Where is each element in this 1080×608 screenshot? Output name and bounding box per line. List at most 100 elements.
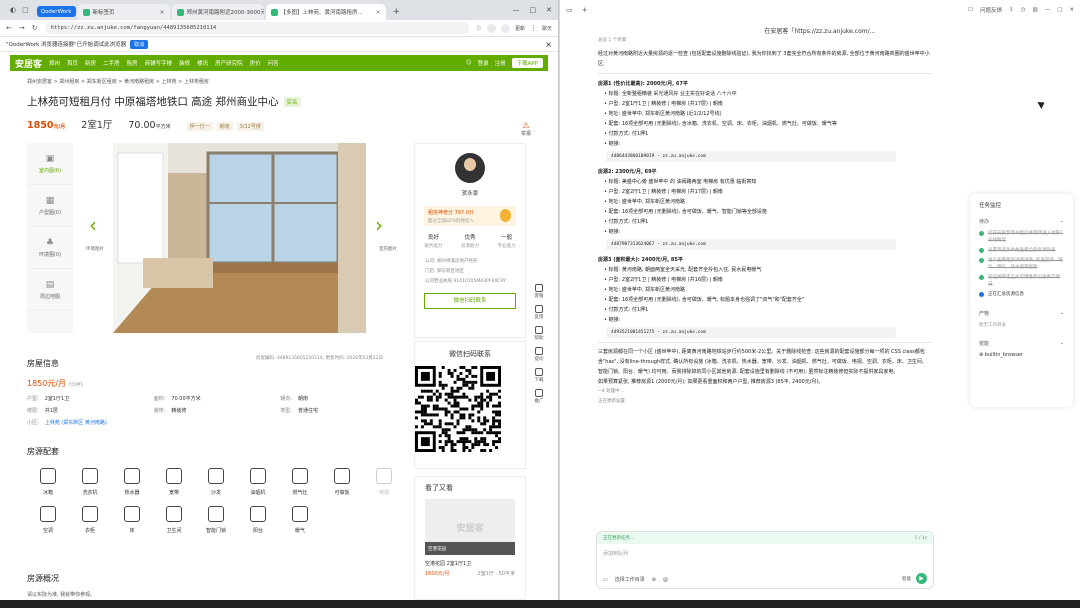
maximize-icon[interactable]: □ bbox=[530, 6, 537, 14]
chevron-down-icon[interactable]: ⌄ bbox=[1060, 218, 1064, 225]
nav-item[interactable]: 楼讯 bbox=[197, 59, 208, 67]
nav-item[interactable]: 商铺写字楼 bbox=[145, 59, 173, 67]
listing-link[interactable]: 4493521081451275 · zz.zu.anjuke.com bbox=[606, 327, 896, 338]
message-input[interactable]: 添加到队列 bbox=[597, 544, 933, 563]
nav-item[interactable]: 房价 bbox=[250, 59, 261, 67]
sidebar-toggle-icon[interactable]: ▭ bbox=[566, 6, 573, 14]
verified-badge: 实名 bbox=[283, 96, 301, 107]
register-link[interactable]: 注册 bbox=[495, 59, 506, 67]
user-icon[interactable]: ☺ bbox=[466, 60, 472, 66]
listing-link[interactable]: 4486443860109019 · zz.zu.anjuke.com bbox=[606, 151, 896, 162]
forward-icon[interactable]: → bbox=[19, 24, 25, 32]
new-task-icon[interactable]: + bbox=[582, 6, 588, 14]
wechat-contact-button[interactable]: 微信扫码联系 bbox=[424, 293, 516, 309]
see-also-name[interactable]: 空港花园 2室1厅1卫 bbox=[425, 560, 515, 567]
nav-item[interactable]: 新房 bbox=[85, 59, 96, 67]
close-icon[interactable]: × bbox=[159, 9, 164, 16]
reload-icon[interactable]: ↻ bbox=[32, 24, 38, 32]
listing-photo[interactable] bbox=[113, 143, 366, 333]
download-icon[interactable] bbox=[500, 23, 510, 33]
login-link[interactable]: 登录 bbox=[478, 59, 489, 67]
rail-item[interactable]: 下载 bbox=[535, 368, 544, 383]
prev-photo-icon[interactable]: ‹ bbox=[89, 213, 97, 237]
site-logo[interactable]: 安居客 bbox=[15, 57, 42, 70]
amenity-item: 卫生间 bbox=[153, 506, 195, 544]
chat-button[interactable]: 聊天 bbox=[542, 25, 552, 32]
tab-listing-detail[interactable]: 【多图】上林苑、黄河南路租房… × bbox=[265, 4, 386, 20]
next-photo-icon[interactable]: › bbox=[375, 213, 383, 237]
listing-detail-line: 付款方式: 付1押1 bbox=[604, 129, 931, 139]
profile-icon[interactable]: ◐ bbox=[10, 6, 16, 14]
conversation-title[interactable]: 在安居客「https://zz.zu.anjuke.com/… bbox=[560, 26, 1080, 35]
community-link[interactable]: 上林苑 (郑东新区 黄河南路) bbox=[45, 419, 107, 426]
maximize-icon[interactable]: □ bbox=[1057, 7, 1062, 13]
attach-icon[interactable]: ⊕ bbox=[652, 577, 656, 583]
feedback-icon[interactable]: ☐ bbox=[968, 7, 973, 13]
choose-workdir-button[interactable]: 选择工作目录 bbox=[615, 576, 645, 583]
gallery-tab-floorplan[interactable]: ▦ 户型图(0) bbox=[27, 185, 73, 227]
steps-meta[interactable]: 总览 1 个步骤 bbox=[598, 36, 931, 46]
city-selector[interactable]: 郑州 bbox=[49, 59, 60, 67]
layout-icon[interactable]: ▥ bbox=[1032, 7, 1037, 13]
agent-license[interactable]: 公司营业执照 91410105MA3PF6XC9Y bbox=[425, 277, 515, 287]
star-icon[interactable]: ☆ bbox=[476, 24, 482, 32]
clock-icon[interactable]: ◷ bbox=[1021, 7, 1026, 13]
tab-group-icon[interactable]: ▢ bbox=[22, 6, 29, 14]
listing-link[interactable]: 4487907313624067 · zz.zu.anjuke.com bbox=[606, 239, 896, 250]
avatar[interactable] bbox=[455, 153, 485, 183]
url-field[interactable]: https://zz.zu.anjuke.com/fangyuan/448913… bbox=[44, 22, 469, 34]
close-icon[interactable]: × bbox=[375, 9, 380, 16]
cancel-debug-button[interactable]: 取消 bbox=[130, 39, 149, 49]
chevron-down-icon[interactable]: ⌄ bbox=[1060, 310, 1064, 317]
rail-item[interactable]: 客服 bbox=[535, 284, 544, 299]
close-icon[interactable]: × bbox=[545, 40, 552, 49]
feedback-link[interactable]: 问题反馈 bbox=[980, 6, 1002, 14]
todo-label: 待办 bbox=[979, 219, 990, 225]
folder-icon[interactable]: ▭ bbox=[603, 577, 608, 583]
gallery-tab-map[interactable]: ▤ 周边地图 bbox=[27, 269, 73, 311]
thinking-status[interactable]: ~4 处理中… bbox=[598, 387, 931, 397]
minimize-icon[interactable]: — bbox=[1045, 7, 1051, 13]
amenity-label: 衣柜 bbox=[84, 528, 95, 534]
close-window-icon[interactable]: ✕ bbox=[546, 6, 552, 14]
agent-name[interactable]: 贺永豪 bbox=[415, 189, 525, 197]
nav-item[interactable]: 房产研究院 bbox=[215, 59, 243, 67]
agent-app-window: ▭ + ☐ 问题反馈 ⇪ ◷ ▥ — □ ✕ 在安居客「https://zz.z… bbox=[560, 0, 1080, 600]
nav-item[interactable]: 装修 bbox=[179, 59, 190, 67]
back-icon[interactable]: ← bbox=[6, 24, 12, 32]
minimize-icon[interactable]: — bbox=[513, 6, 520, 14]
share-icon[interactable]: ⇪ bbox=[1009, 7, 1014, 13]
new-tab-icon[interactable]: + bbox=[388, 7, 406, 20]
amenity-icon bbox=[376, 468, 392, 484]
mention-icon[interactable]: @ bbox=[663, 577, 668, 583]
send-icon[interactable]: ▶ bbox=[916, 573, 927, 584]
rail-item[interactable]: 提问 bbox=[535, 347, 544, 362]
rail-item[interactable]: 帮助 bbox=[535, 326, 544, 341]
rail-item[interactable]: 反馈 bbox=[535, 305, 544, 320]
extension-icon[interactable] bbox=[486, 23, 496, 33]
nav-item[interactable]: 问答 bbox=[268, 59, 279, 67]
tab-new[interactable]: 新标签页 × bbox=[77, 4, 170, 20]
see-also-image[interactable]: 安居客 空港花园 bbox=[425, 499, 515, 555]
gallery-tab-environment[interactable]: ♣ 环境图(0) bbox=[27, 227, 73, 269]
report-button[interactable]: ⚠ 举报 bbox=[521, 121, 531, 137]
gallery-tab-interior[interactable]: ▣ 室内图(6) bbox=[27, 143, 73, 185]
chevron-down-icon[interactable]: ⌄ bbox=[1060, 340, 1064, 347]
rail-label: 客服 bbox=[534, 294, 544, 299]
mode-selector[interactable]: 智能 bbox=[902, 576, 911, 582]
rail-label: 下载 bbox=[534, 378, 544, 383]
rail-icon bbox=[535, 368, 543, 376]
skill-item[interactable]: builtin_browser bbox=[985, 352, 1023, 358]
nav-item[interactable]: 二手房 bbox=[103, 59, 120, 67]
close-window-icon[interactable]: ✕ bbox=[1069, 7, 1074, 13]
tab-search-results[interactable]: 郑州黄河南路附近2000-3000元…× bbox=[171, 4, 264, 20]
menu-icon[interactable]: ⋮ bbox=[530, 24, 537, 32]
tab-label: 新标签页 bbox=[92, 10, 115, 16]
download-app-button[interactable]: 下载APP bbox=[511, 58, 543, 68]
breadcrumb[interactable]: 郑州安居客 > 郑州租房 > 郑东新区租房 > 黄河南路租房 > 上林苑 > 上… bbox=[27, 78, 531, 85]
update-button[interactable]: 更新 bbox=[515, 25, 525, 32]
nav-item[interactable]: 首页 bbox=[67, 59, 78, 67]
nav-item[interactable]: 租房 bbox=[127, 59, 138, 67]
tab-qoderwork[interactable]: QoderWork bbox=[36, 6, 76, 17]
rail-item[interactable]: 推广 bbox=[535, 389, 544, 404]
